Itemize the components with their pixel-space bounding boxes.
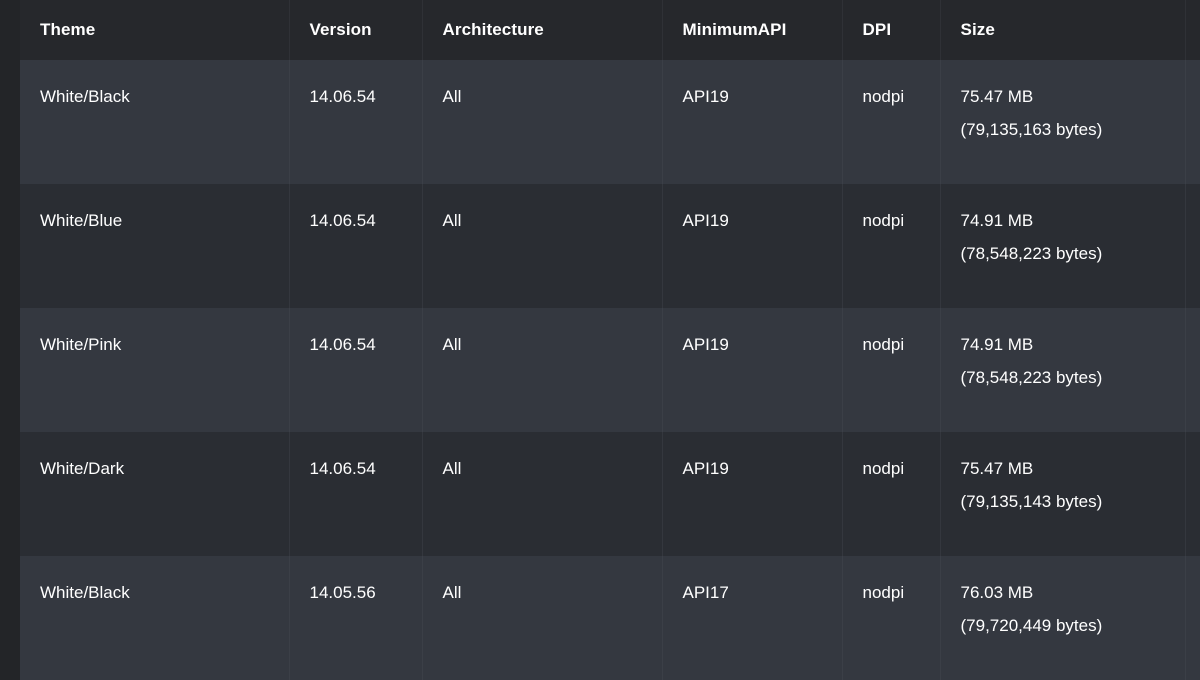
cell-theme: White/Black [20, 556, 289, 680]
column-header-theme[interactable]: Theme [20, 0, 289, 60]
cell-spacer [1184, 308, 1200, 432]
cell-size: 75.47 MB (79,135,163 bytes) [939, 60, 1185, 184]
table-row[interactable]: White/Black 14.05.56 All API17 nodpi 76.… [20, 556, 1200, 680]
cell-size: 75.47 MB (79,135,143 bytes) [939, 432, 1185, 556]
cell-theme: White/Blue [20, 184, 289, 308]
cell-size-bytes: (78,548,223 bytes) [960, 367, 1103, 387]
table-row[interactable]: White/Pink 14.06.54 All API19 nodpi 74.9… [20, 308, 1200, 432]
cell-size-mb: 74.91 MB [960, 335, 1034, 354]
cell-architecture: All [421, 556, 662, 680]
cell-size-mb: 75.47 MB [960, 459, 1034, 478]
cell-minimum-api: API17 [661, 556, 842, 680]
cell-version: 14.06.54 [288, 60, 422, 184]
cell-dpi: nodpi [841, 432, 940, 556]
cell-spacer [1184, 60, 1200, 184]
cell-version: 14.06.54 [288, 184, 422, 308]
cell-version: 14.06.54 [288, 308, 422, 432]
table-body: White/Black 14.06.54 All API19 nodpi 75.… [20, 60, 1200, 680]
cell-size: 74.91 MB (78,548,223 bytes) [939, 308, 1185, 432]
cell-minimum-api: API19 [661, 60, 842, 184]
header-row: Theme Version Architecture MinimumAPI DP… [20, 0, 1200, 60]
cell-size-bytes: (79,135,143 bytes) [960, 491, 1103, 511]
apk-variants-table: Theme Version Architecture MinimumAPI DP… [20, 0, 1200, 680]
cell-version: 14.06.54 [288, 432, 422, 556]
cell-size: 76.03 MB (79,720,449 bytes) [939, 556, 1185, 680]
column-header-spacer [1184, 0, 1200, 60]
cell-spacer [1184, 184, 1200, 308]
cell-spacer [1184, 432, 1200, 556]
table-row[interactable]: White/Dark 14.06.54 All API19 nodpi 75.4… [20, 432, 1200, 556]
cell-dpi: nodpi [841, 60, 940, 184]
cell-theme: White/Black [20, 60, 289, 184]
table-row[interactable]: White/Blue 14.06.54 All API19 nodpi 74.9… [20, 184, 1200, 308]
column-header-dpi[interactable]: DPI [841, 0, 940, 60]
column-header-size[interactable]: Size [939, 0, 1185, 60]
cell-minimum-api: API19 [661, 184, 842, 308]
cell-architecture: All [421, 308, 662, 432]
column-header-version[interactable]: Version [288, 0, 422, 60]
cell-dpi: nodpi [841, 308, 940, 432]
cell-size: 74.91 MB (78,548,223 bytes) [939, 184, 1185, 308]
cell-dpi: nodpi [841, 556, 940, 680]
cell-architecture: All [421, 184, 662, 308]
cell-size-bytes: (79,720,449 bytes) [960, 615, 1103, 635]
table-header: Theme Version Architecture MinimumAPI DP… [20, 0, 1200, 60]
cell-size-mb: 75.47 MB [960, 87, 1034, 106]
page-root: Theme Version Architecture MinimumAPI DP… [0, 0, 1200, 680]
column-header-architecture[interactable]: Architecture [421, 0, 662, 60]
cell-size-mb: 76.03 MB [960, 583, 1034, 602]
column-header-minimum-api[interactable]: MinimumAPI [661, 0, 842, 60]
table-row[interactable]: White/Black 14.06.54 All API19 nodpi 75.… [20, 60, 1200, 184]
cell-theme: White/Pink [20, 308, 289, 432]
cell-dpi: nodpi [841, 184, 940, 308]
cell-minimum-api: API19 [661, 308, 842, 432]
cell-size-bytes: (78,548,223 bytes) [960, 243, 1103, 263]
cell-size-bytes: (79,135,163 bytes) [960, 119, 1103, 139]
cell-version: 14.05.56 [288, 556, 422, 680]
cell-architecture: All [421, 60, 662, 184]
cell-theme: White/Dark [20, 432, 289, 556]
cell-architecture: All [421, 432, 662, 556]
cell-spacer [1184, 556, 1200, 680]
cell-minimum-api: API19 [661, 432, 842, 556]
cell-size-mb: 74.91 MB [960, 211, 1034, 230]
